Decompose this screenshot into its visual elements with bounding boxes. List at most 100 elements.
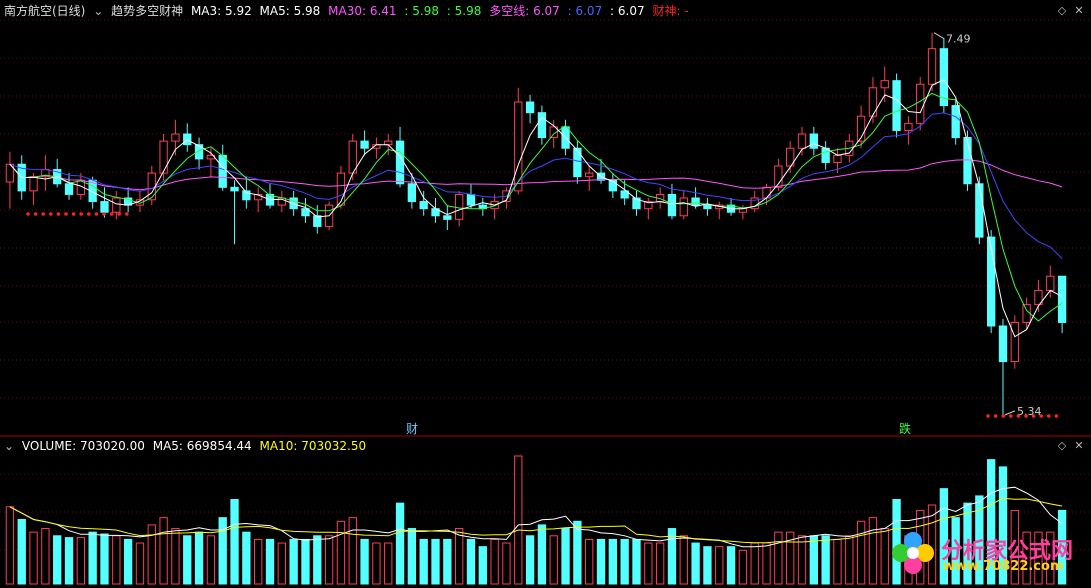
volume-bar (585, 538, 594, 585)
volume-bar (679, 535, 688, 585)
volume-bar (336, 520, 346, 585)
chevron-down-icon[interactable]: ⌄ (93, 4, 103, 18)
volume-bar (159, 517, 168, 585)
volume-bar (419, 538, 428, 585)
signal-dot (993, 414, 998, 418)
volume-bar (632, 538, 641, 585)
value-3: : 6.07 (567, 4, 603, 18)
signal-dot (109, 212, 114, 216)
signal-dot (94, 212, 99, 216)
volume-bar (395, 502, 405, 585)
candle-body (454, 193, 464, 220)
signal-dot (33, 212, 38, 216)
volume-bar (53, 535, 62, 585)
volume-bar (29, 531, 38, 585)
candle-body (183, 133, 192, 146)
candle-body (809, 133, 818, 149)
volume-bar (750, 542, 759, 585)
volume-bar (573, 520, 582, 585)
candle-body (29, 176, 38, 192)
volume-bar (443, 538, 452, 585)
volume-collapse-icon[interactable]: ⌄ (4, 439, 14, 453)
candle-body (738, 208, 748, 213)
close-icon[interactable]: ✕ (1073, 5, 1085, 17)
candle-body (525, 101, 535, 114)
signal-dot (1031, 414, 1036, 418)
stock-title[interactable]: 南方航空(日线) (4, 4, 85, 18)
volume-header: ⌄ VOLUME: 703020.00 MA5: 669854.44 MA10:… (4, 438, 370, 454)
volume-bar (5, 506, 15, 585)
volume-bar (384, 542, 393, 585)
volume-bar (868, 517, 878, 585)
volume-bar (454, 528, 464, 585)
volume-bar (17, 518, 26, 585)
volume-settings-diamond-icon[interactable]: ◇ (1056, 440, 1068, 452)
volume-ma5: MA5: 669854.44 (152, 439, 252, 453)
volume-bar (608, 538, 618, 585)
signal-dot (49, 212, 53, 216)
volume-bar (360, 538, 369, 585)
volume-bar (856, 520, 866, 585)
settings-diamond-icon[interactable]: ◇ (1056, 5, 1068, 17)
ma-lines (9, 78, 1063, 338)
ma3-line (9, 78, 1063, 338)
signal-dot (1001, 414, 1005, 418)
volume-bar (194, 531, 204, 585)
candles (5, 32, 1067, 415)
candle-body (230, 186, 239, 192)
signal-dot (56, 212, 61, 216)
candle-body (466, 193, 476, 206)
ma30-value: MA30: 6.41 (328, 4, 397, 18)
candle-body (1057, 275, 1067, 323)
volume-bar (230, 499, 239, 585)
ma5-value: MA5: 5.98 (259, 4, 321, 18)
volume-bar (301, 538, 310, 585)
value-2: : 5.98 (446, 4, 482, 18)
volume-bar (348, 517, 357, 585)
volume-bar (76, 537, 86, 585)
duokong-value: 多空线: 6.07 (489, 4, 560, 18)
candle-body (1022, 304, 1031, 323)
volume-bar (466, 538, 476, 585)
flower-icon (892, 532, 934, 574)
candle-body (395, 140, 405, 185)
volume-bar (644, 542, 653, 585)
volume-bar (254, 538, 263, 585)
volume-bar (490, 538, 499, 585)
candle-body (112, 197, 121, 213)
candle-body (1046, 275, 1055, 291)
volume-bar (431, 538, 440, 585)
indicator-name[interactable]: 趋势多空财神 (111, 4, 183, 18)
volume-bar (514, 455, 523, 585)
signal-dot (1009, 414, 1013, 418)
candle-body (916, 83, 925, 124)
candle-body (100, 201, 109, 213)
candle-body (998, 325, 1008, 363)
candle-body (667, 193, 677, 217)
candle-body (573, 147, 582, 178)
volume-bar (561, 528, 570, 585)
volume-bar (809, 535, 818, 585)
volume-bar (88, 531, 97, 585)
volume-bar (242, 531, 251, 585)
candle-body (64, 183, 74, 195)
volume-bar (525, 535, 535, 585)
signal-cai: 财 (406, 422, 418, 436)
volume-bar (596, 538, 606, 585)
candle-body (868, 87, 878, 117)
high-label: 7.49 (946, 33, 971, 46)
candle-body (679, 197, 688, 217)
trend-line (9, 112, 1063, 259)
candlestick-chart: 7.49 5.34 财 跌 (0, 19, 1091, 585)
volume-bar (313, 535, 322, 585)
signal-dot (102, 212, 106, 216)
volume-bar (774, 531, 783, 585)
volume-value: VOLUME: 703020.00 (21, 439, 145, 453)
signal-dot (1039, 414, 1043, 418)
value-1: : 5.98 (404, 4, 439, 18)
volume-bar (738, 549, 748, 585)
volume-bar (372, 542, 381, 585)
volume-close-icon[interactable]: ✕ (1073, 440, 1085, 452)
volume-bar (691, 542, 700, 585)
volume-bar (845, 535, 854, 585)
